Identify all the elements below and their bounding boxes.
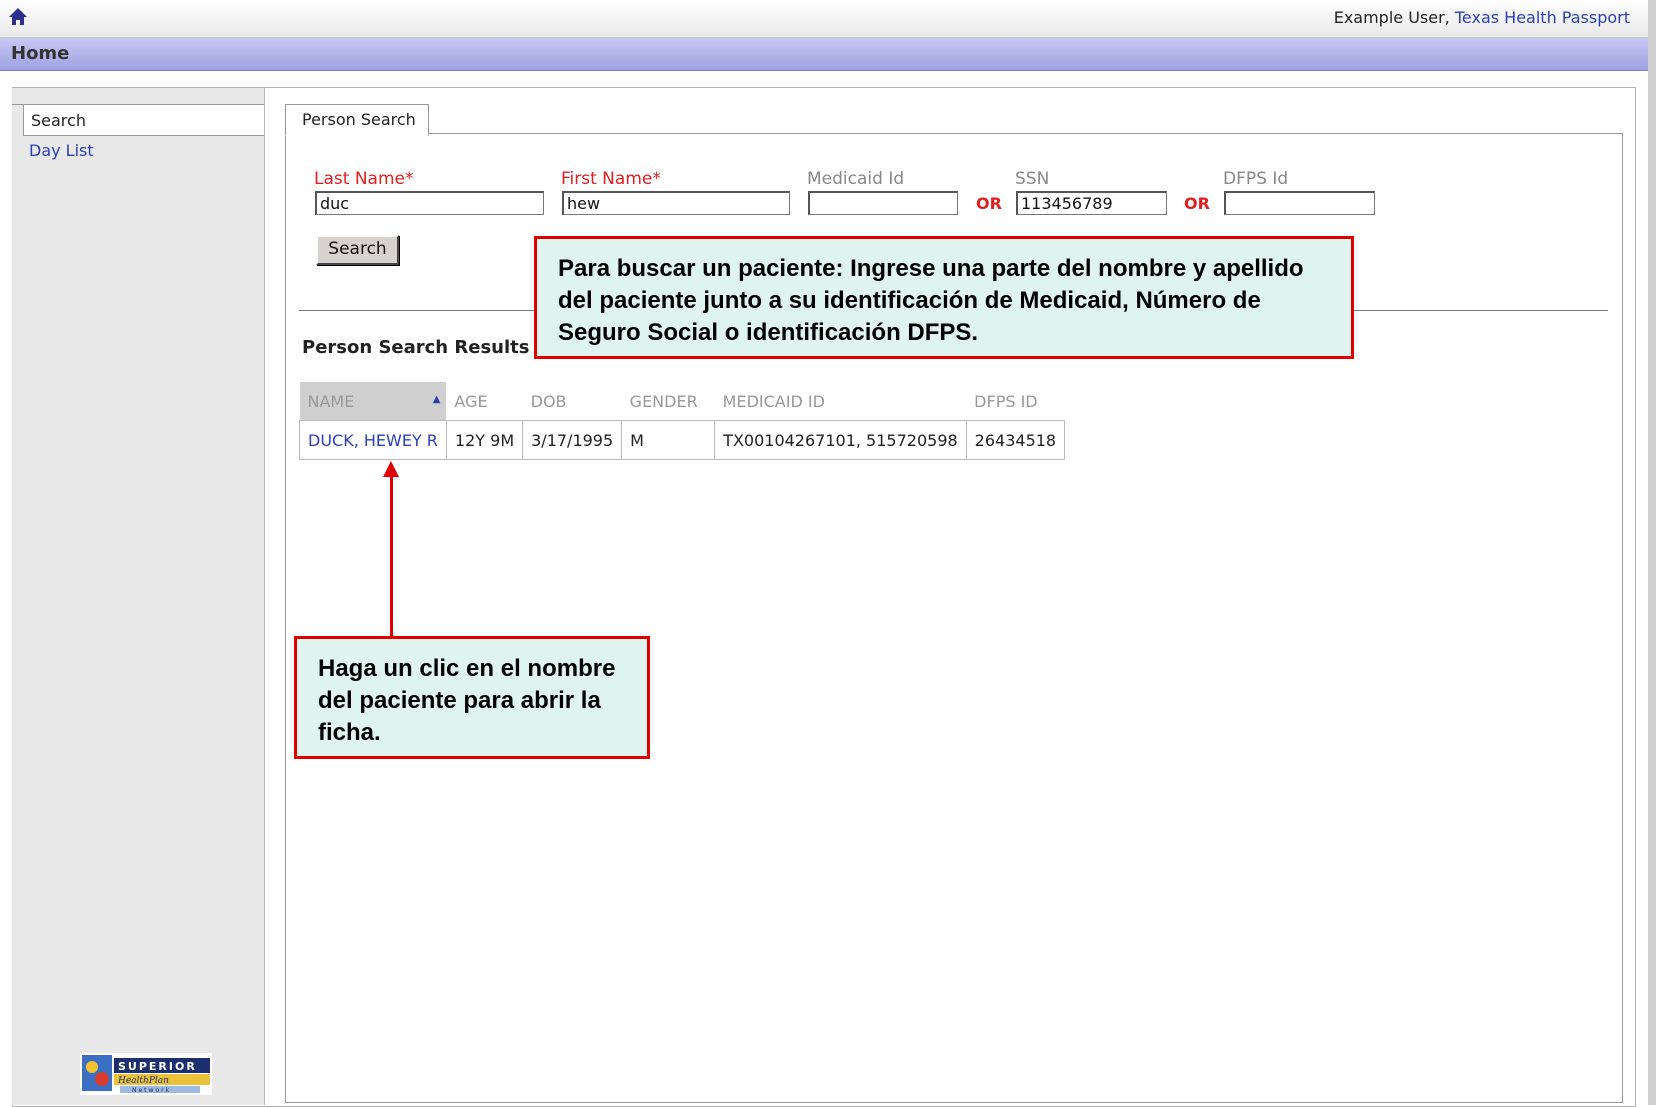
results-header-row: NAME ▲ AGE DOB GENDER MEDICAID ID DFPS I…	[299, 382, 1065, 421]
or-separator: OR	[976, 194, 1002, 213]
click-help-text: Haga un clic en el nombre del paciente p…	[318, 655, 616, 746]
column-header-label: NAME	[307, 391, 355, 411]
ssn-input[interactable]	[1016, 191, 1167, 215]
column-header-gender[interactable]: GENDER	[622, 382, 715, 421]
medicaid-id-label: Medicaid Id	[807, 169, 905, 189]
column-header-name[interactable]: NAME ▲	[299, 382, 447, 421]
column-header-dfps-id[interactable]: DFPS ID	[966, 382, 1064, 421]
svg-text:HealthPlan: HealthPlan	[117, 1076, 169, 1086]
medicaid-id-input[interactable]	[808, 191, 958, 215]
superior-logo: SUPERIOR HealthPlan Network	[80, 1053, 212, 1095]
last-name-input[interactable]	[315, 191, 544, 215]
cell-dfps-id: 26434518	[965, 420, 1066, 460]
click-help-callout: Haga un clic en el nombre del paciente p…	[294, 636, 650, 759]
column-header-age[interactable]: AGE	[446, 382, 522, 421]
first-name-input[interactable]	[562, 191, 790, 215]
sidebar-header	[12, 88, 264, 105]
sort-ascending-icon: ▲	[432, 394, 441, 405]
table-row: DUCK, HEWEY R 12Y 9M 3/17/1995 M TX00104…	[299, 420, 1066, 460]
results-title: Person Search Results	[302, 337, 530, 358]
svg-text:SUPERIOR: SUPERIOR	[118, 1060, 197, 1073]
column-header-medicaid-id[interactable]: MEDICAID ID	[715, 382, 967, 421]
sidebar: Search Day List SUPERIOR HealthPlan Netw…	[12, 88, 265, 1105]
window-edge	[1648, 0, 1656, 1105]
search-button[interactable]: Search	[316, 235, 399, 265]
column-header-dob[interactable]: DOB	[523, 382, 622, 421]
tab-person-search[interactable]: Person Search	[285, 104, 429, 136]
home-icon[interactable]	[7, 6, 29, 28]
ssn-label: SSN	[1015, 169, 1050, 189]
svg-text:Network: Network	[132, 1087, 171, 1094]
search-help-callout: Para buscar un paciente: Ingrese una par…	[534, 236, 1354, 359]
dfps-id-input[interactable]	[1224, 191, 1375, 215]
first-name-label: First Name*	[561, 169, 661, 189]
sidebar-item-label: Search	[31, 111, 86, 130]
or-separator: OR	[1184, 194, 1210, 213]
last-name-label: Last Name*	[314, 169, 414, 189]
cell-medicaid-id: TX00104267101, 515720598	[714, 420, 967, 460]
arrow-line	[390, 470, 393, 637]
cell-dob: 3/17/1995	[522, 420, 623, 460]
dfps-id-label: DFPS Id	[1223, 169, 1289, 189]
search-help-text: Para buscar un paciente: Ingrese una par…	[558, 255, 1304, 346]
patient-name-link[interactable]: DUCK, HEWEY R	[299, 420, 447, 460]
user-name: Example User,	[1333, 8, 1450, 27]
user-area: Example User, Texas Health Passport	[1334, 8, 1630, 27]
results-table: NAME ▲ AGE DOB GENDER MEDICAID ID DFPS I…	[299, 382, 1066, 460]
top-bar: Example User, Texas Health Passport	[0, 0, 1648, 38]
sidebar-item-search[interactable]: Search	[23, 104, 264, 136]
home-bar: Home	[0, 38, 1648, 71]
sidebar-item-day-list[interactable]: Day List	[29, 141, 94, 160]
org-link[interactable]: Texas Health Passport	[1455, 8, 1630, 27]
cell-gender: M	[621, 420, 716, 460]
tab-label: Person Search	[302, 110, 416, 129]
page-title: Home	[11, 43, 70, 64]
cell-age: 12Y 9M	[445, 420, 524, 460]
